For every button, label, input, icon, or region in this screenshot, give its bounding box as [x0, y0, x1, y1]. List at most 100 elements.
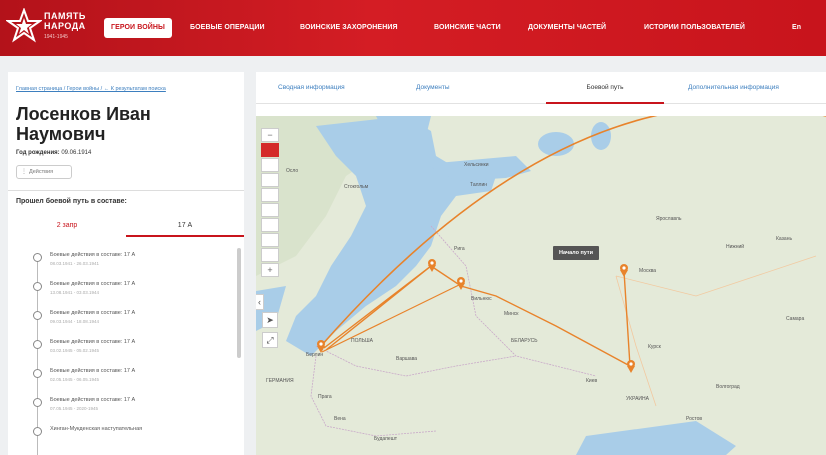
map-label-polsha: ПОЛЬША	[351, 338, 373, 344]
map-label-samara: Самара	[786, 316, 805, 322]
timeline-title: Боевые действия в составе: 17 А	[50, 368, 136, 374]
birth-value: 09.06.1914	[61, 150, 92, 156]
map-canvas	[256, 116, 826, 455]
birth-date: Год рождения: 09.06.1914	[16, 150, 91, 156]
locate-arrow-icon[interactable]: ➤	[262, 312, 278, 328]
timeline-item[interactable]: Боевые действия в составе: 17 А 02.05.19…	[8, 366, 238, 394]
collapse-arrow-icon[interactable]: ‹	[256, 294, 264, 310]
map-label-kursk: Курск	[648, 344, 661, 350]
zoom-step[interactable]	[261, 233, 279, 247]
nav-operations[interactable]: БОЕВЫЕ ОПЕРАЦИИ	[190, 18, 265, 38]
map-label-praga: Прага	[318, 394, 332, 400]
combat-path-map[interactable]: Осло Стокгольм Хельсинки Таллин Рига Вил…	[256, 116, 826, 455]
timeline-title: Хинган-Мукденская наступательная	[50, 426, 143, 432]
map-label-yaroslavl: Ярославль	[656, 216, 682, 222]
timeline-item[interactable]: Боевые действия в составе: 17 А 13.08.19…	[8, 279, 238, 307]
person-name: Лосенков Иван Наумович	[16, 104, 216, 144]
person-name-line2: Наумович	[16, 124, 106, 144]
timeline-item[interactable]: Боевые действия в составе: 17 А 08.03.19…	[8, 250, 238, 278]
tab-unit-2zapr[interactable]: 2 запр	[8, 215, 126, 237]
nav-heroes[interactable]: ГЕРОИ ВОЙНЫ	[104, 18, 172, 38]
timeline-dot-icon	[33, 340, 42, 349]
timeline-date: 02.05.1945 - 06.05.1945	[50, 377, 100, 382]
zoom-control: − +	[261, 128, 279, 278]
tab-combat-path[interactable]: Боевой путь	[546, 72, 664, 104]
nav-burials[interactable]: ВОИНСКИЕ ЗАХОРОНЕНИЯ	[300, 18, 398, 38]
timeline-item[interactable]: Боевые действия в составе: 17 А 09.03.19…	[8, 308, 238, 336]
map-label-moskva: Москва	[639, 268, 657, 274]
info-tabs: Сводная информация Документы Боевой путь…	[256, 72, 826, 104]
map-label-helsinki: Хельсинки	[464, 162, 489, 168]
timeline-dot-icon	[33, 253, 42, 262]
timeline-title: Боевые действия в составе: 17 А	[50, 310, 136, 316]
timeline-list: Боевые действия в составе: 17 А 08.03.19…	[8, 248, 244, 455]
map-label-germania: ГЕРМАНИЯ	[266, 378, 294, 384]
tab-unit-17a[interactable]: 17 А	[126, 215, 244, 237]
zoom-plus-button[interactable]: +	[261, 263, 279, 277]
timeline-title: Боевые действия в составе: 17 А	[50, 252, 136, 258]
birth-label: Год рождения:	[16, 150, 60, 156]
map-label-vena: Вена	[334, 416, 346, 422]
actions-label: Действия	[29, 169, 54, 175]
timeline-date: 03.02.1945 - 05.02.1945	[50, 348, 100, 353]
map-label-riga: Рига	[454, 246, 465, 252]
combat-path-title: Прошел боевой путь в составе:	[16, 198, 127, 205]
timeline-item[interactable]: Боевые действия в составе: 17 А 07.05.19…	[8, 395, 238, 423]
actions-button[interactable]: ⋮ Действия	[16, 165, 72, 179]
map-label-minsk: Минск	[504, 311, 519, 317]
nav-unit-documents[interactable]: ДОКУМЕНТЫ ЧАСТЕЙ	[528, 18, 606, 38]
zoom-step[interactable]	[261, 218, 279, 232]
nav-user-stories[interactable]: ИСТОРИИ ПОЛЬЗОВАТЕЛЕЙ	[644, 18, 745, 38]
fullscreen-icon[interactable]: ⤢	[262, 332, 278, 348]
language-switch[interactable]: En	[792, 18, 801, 38]
divider	[8, 190, 244, 191]
person-name-line1: Лосенков Иван	[16, 104, 151, 124]
zoom-step[interactable]	[261, 188, 279, 202]
map-label-tallinn: Таллин	[470, 182, 487, 188]
timeline-item[interactable]: Боевые действия в составе: 17 А 03.02.19…	[8, 337, 238, 365]
timeline-dot-icon	[33, 398, 42, 407]
top-navigation-bar: ПАМЯТЬ НАРОДА 1941-1945 ГЕРОИ ВОЙНЫ БОЕВ…	[0, 0, 826, 56]
zoom-step[interactable]	[261, 203, 279, 217]
nav-units[interactable]: ВОИНСКИЕ ЧАСТИ	[434, 18, 501, 38]
zoom-step[interactable]	[261, 158, 279, 172]
map-label-niznhy: Нижний	[726, 244, 745, 250]
zoom-level-marker[interactable]	[261, 143, 279, 157]
timeline-date: 09.03.1944 - 18.08.1944	[50, 319, 100, 324]
logo-years: 1941-1945	[44, 34, 68, 40]
zoom-minus-button[interactable]: −	[261, 128, 279, 142]
map-label-vilnyus: Вильнюс	[471, 296, 492, 302]
timeline-item[interactable]: Хинган-Мукденская наступательная	[8, 424, 238, 452]
timeline-dot-icon	[33, 311, 42, 320]
map-label-varshava: Варшава	[396, 356, 418, 362]
map-label-stockholm: Стокгольм	[344, 184, 369, 190]
map-label-kiev: Киев	[586, 378, 598, 384]
map-label-berlin: Берлин	[306, 352, 324, 358]
logo-line2: НАРОДА	[44, 21, 86, 31]
timeline-date: 08.03.1941 - 26.03.1941	[50, 261, 100, 266]
timeline-title: Боевые действия в составе: 17 А	[50, 397, 136, 403]
tab-summary[interactable]: Сводная информация	[278, 72, 345, 104]
timeline-scrollbar[interactable]	[237, 248, 241, 358]
map-label-belarus: БЕЛАРУСЬ	[511, 338, 538, 344]
map-label-ukraina: УКРАИНА	[626, 396, 649, 402]
site-logo[interactable]: ПАМЯТЬ НАРОДА 1941-1945	[6, 8, 98, 48]
tab-additional-info[interactable]: Дополнительная информация	[688, 72, 779, 104]
map-label-oslo: Осло	[286, 168, 299, 174]
timeline-date: 13.08.1941 - 03.03.1944	[50, 290, 100, 295]
timeline-dot-icon	[33, 369, 42, 378]
map-label-volgograd: Волгоград	[716, 384, 740, 390]
timeline-date: 07.05.1945 - 2020-1945	[50, 406, 99, 411]
tab-documents[interactable]: Документы	[416, 72, 450, 104]
more-dots-icon: ⋮	[21, 169, 27, 175]
map-label-budapesht: Будапешт	[374, 436, 397, 442]
unit-tabs: 2 запр 17 А	[8, 215, 244, 237]
map-label-rostov: Ростов	[686, 416, 703, 422]
start-of-path-tooltip: Начало пути	[553, 246, 599, 260]
timeline-dot-icon	[33, 427, 42, 436]
timeline-dot-icon	[33, 282, 42, 291]
zoom-step[interactable]	[261, 248, 279, 262]
map-label-kazan: Казань	[776, 236, 793, 242]
zoom-step[interactable]	[261, 173, 279, 187]
breadcrumb[interactable]: Главная страница / Герои войны / ← К рез…	[16, 86, 166, 92]
